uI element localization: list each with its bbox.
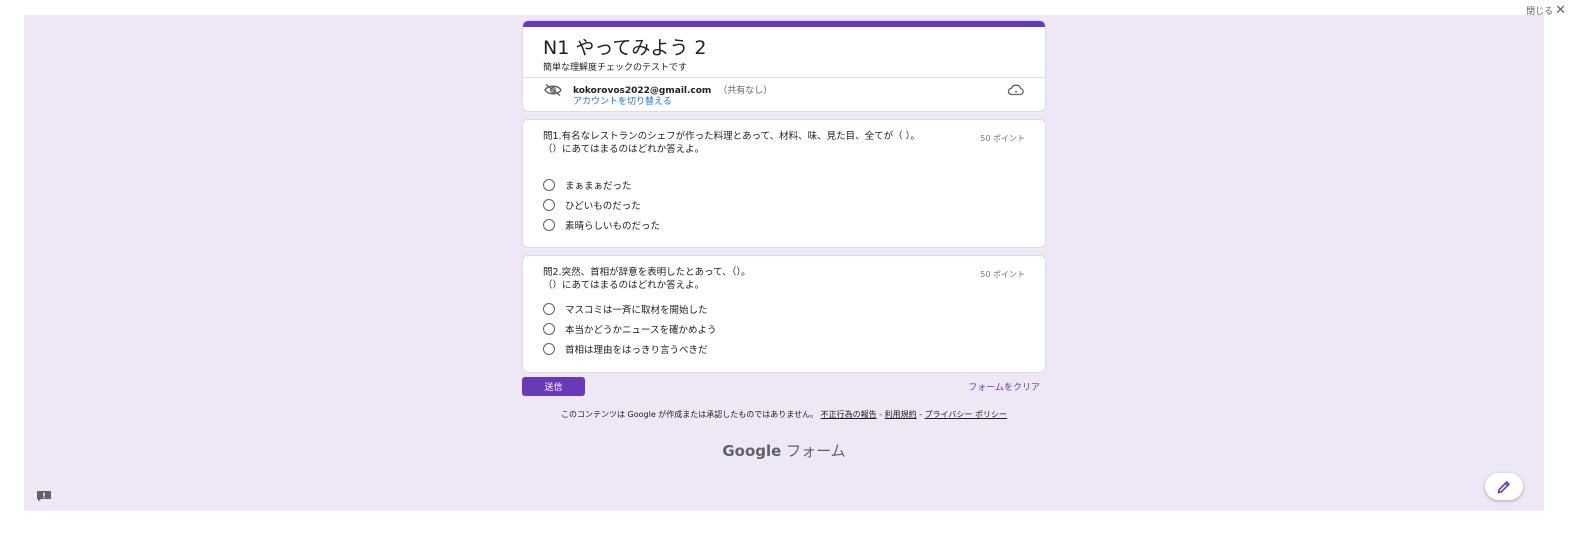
- footer-separator: -: [916, 410, 925, 419]
- radio-button[interactable]: [543, 199, 555, 211]
- report-abuse-link[interactable]: 不正行為の報告: [821, 410, 877, 419]
- disclaimer-text: このコンテンツは Google が作成または承認したものではありません。: [561, 410, 819, 419]
- question-text: 問1.有名なレストランのシェフが作った料理とあって、材料、味、見た目、全てが（ …: [543, 131, 963, 156]
- option-label: 素晴らしいものだった: [565, 221, 661, 232]
- clear-form-button[interactable]: フォームをクリア: [968, 380, 1040, 393]
- cloud-icon: [1007, 84, 1024, 96]
- feedback-icon[interactable]: [36, 490, 52, 502]
- question-points: 50 ポイント: [980, 270, 1025, 279]
- google-forms-logo[interactable]: Google フォーム: [522, 440, 1046, 461]
- question-points: 50 ポイント: [980, 134, 1025, 143]
- form-actions: 送信 フォームをクリア: [522, 377, 1046, 397]
- option-label: ひどいものだった: [565, 201, 641, 212]
- question-prompt: 問2.突然、首相が辞意を表明したとあって、（）。: [543, 267, 751, 278]
- option-label: 首相は理由をはっきり言うべきだ: [565, 345, 708, 356]
- accent-bar: [523, 21, 1045, 27]
- option-label: 本当かどうかニュースを確かめよう: [565, 325, 717, 336]
- brand-forms: フォーム: [786, 442, 846, 460]
- form-title: N1 やってみよう 2: [543, 37, 707, 59]
- radio-button[interactable]: [543, 179, 555, 191]
- radio-button[interactable]: [543, 343, 555, 355]
- question-instruction: （）にあてはまるのはどれか答えよ。: [543, 143, 705, 155]
- form-description: 簡単な理解度チェックのテストです: [543, 63, 688, 73]
- radio-option[interactable]: 本当かどうかニュースを確かめよう: [543, 322, 717, 336]
- footer-disclaimer: このコンテンツは Google が作成または承認したものではありません。 不正行…: [522, 410, 1046, 420]
- account-row: kokorovos2022@gmail.com （共有なし） アカウントを切り替…: [523, 77, 1045, 111]
- radio-button[interactable]: [543, 323, 555, 335]
- switch-account-link[interactable]: アカウントを切り替える: [573, 94, 672, 107]
- question-card: 問2.突然、首相が辞意を表明したとあって、（）。 （）にあてはまるのはどれか答え…: [522, 255, 1046, 373]
- radio-option[interactable]: 首相は理由をはっきり言うべきだ: [543, 342, 708, 356]
- eye-off-icon: [544, 84, 562, 96]
- submit-button[interactable]: 送信: [522, 377, 585, 396]
- brand-google: Google: [722, 442, 782, 460]
- option-label: まぁまぁだった: [565, 181, 632, 192]
- question-instruction: （）にあてはまるのはどれか答えよ。: [543, 279, 705, 291]
- share-status: （共有なし）: [718, 86, 773, 96]
- question-text: 問2.突然、首相が辞意を表明したとあって、（）。 （）にあてはまるのはどれか答え…: [543, 267, 963, 292]
- close-icon: ✕: [1555, 2, 1566, 18]
- terms-link[interactable]: 利用規約: [885, 410, 917, 419]
- option-label: マスコミは一斉に取材を開始した: [565, 305, 708, 316]
- radio-option[interactable]: ひどいものだった: [543, 198, 641, 212]
- form-column: N1 やってみよう 2 簡単な理解度チェックのテストです kokorovos20…: [522, 20, 1046, 460]
- radio-button[interactable]: [543, 303, 555, 315]
- radio-option[interactable]: マスコミは一斉に取材を開始した: [543, 302, 708, 316]
- form-header-card: N1 やってみよう 2 簡単な理解度チェックのテストです kokorovos20…: [522, 20, 1046, 112]
- radio-button[interactable]: [543, 219, 555, 231]
- privacy-link[interactable]: プライバシー ポリシー: [925, 410, 1007, 419]
- radio-option[interactable]: 素晴らしいものだった: [543, 218, 660, 232]
- radio-option[interactable]: まぁまぁだった: [543, 178, 632, 192]
- pencil-icon: [1497, 480, 1510, 493]
- question-card: 問1.有名なレストランのシェフが作った料理とあって、材料、味、見た目、全てが（ …: [522, 119, 1046, 248]
- form-viewport: N1 やってみよう 2 簡単な理解度チェックのテストです kokorovos20…: [24, 15, 1544, 511]
- footer-separator: -: [876, 410, 885, 419]
- edit-button[interactable]: [1485, 473, 1523, 500]
- question-prompt: 問1.有名なレストランのシェフが作った料理とあって、材料、味、見た目、全てが（ …: [543, 131, 920, 142]
